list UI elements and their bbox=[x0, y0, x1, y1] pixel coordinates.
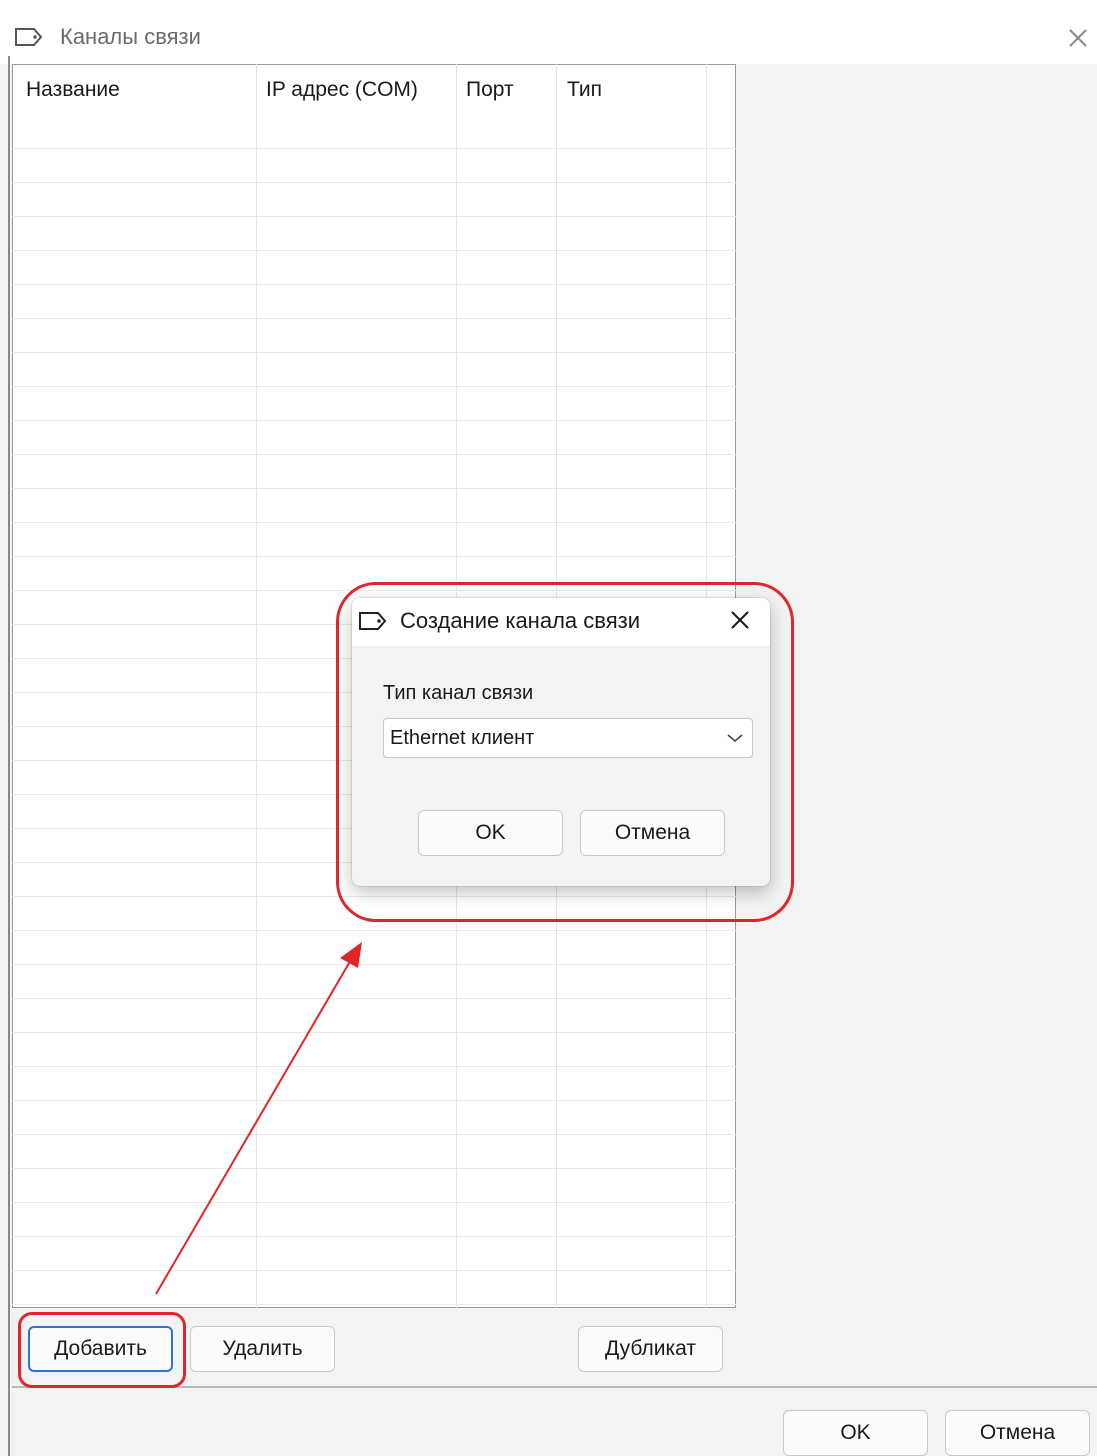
window-left-edge bbox=[8, 56, 10, 1456]
table-row-divider bbox=[12, 1236, 736, 1237]
table-row-divider bbox=[12, 1032, 736, 1033]
table-row-divider bbox=[12, 1304, 736, 1305]
dialog-highlight bbox=[336, 582, 794, 922]
column-header-name[interactable]: Название bbox=[26, 78, 120, 102]
table-row-divider bbox=[12, 318, 736, 319]
column-header-port[interactable]: Порт bbox=[466, 78, 514, 102]
table-row-divider bbox=[12, 964, 736, 965]
table-row-divider bbox=[12, 1066, 736, 1067]
table-row-divider bbox=[12, 284, 736, 285]
table-row-divider bbox=[12, 182, 736, 183]
tag-icon bbox=[15, 28, 43, 46]
column-header-type[interactable]: Тип bbox=[567, 78, 602, 102]
table-row-divider bbox=[12, 1202, 736, 1203]
window-title: Каналы связи bbox=[60, 24, 201, 49]
table-row-divider bbox=[12, 216, 736, 217]
cancel-button[interactable]: Отмена bbox=[945, 1410, 1090, 1456]
table-row-divider bbox=[12, 454, 736, 455]
table-row-divider bbox=[12, 420, 736, 421]
table-row-divider bbox=[12, 148, 736, 149]
table-row-divider bbox=[12, 488, 736, 489]
table-row-divider bbox=[12, 1168, 736, 1169]
table-row-divider bbox=[12, 386, 736, 387]
table-row-divider bbox=[12, 1134, 736, 1135]
table-row-divider bbox=[12, 522, 736, 523]
ok-button[interactable]: OK bbox=[783, 1410, 928, 1456]
table-row-divider bbox=[12, 352, 736, 353]
table-row-divider bbox=[12, 1270, 736, 1271]
table-row-divider bbox=[12, 556, 736, 557]
add-button-highlight bbox=[18, 1312, 186, 1388]
table-row-divider bbox=[12, 1100, 736, 1101]
close-icon[interactable] bbox=[1062, 22, 1094, 54]
delete-button[interactable]: Удалить bbox=[190, 1326, 335, 1372]
duplicate-button[interactable]: Дубликат bbox=[578, 1326, 723, 1372]
column-header-ip[interactable]: IP адрес (COM) bbox=[266, 78, 418, 102]
table-row-divider bbox=[12, 998, 736, 999]
table-row-divider bbox=[12, 930, 736, 931]
table-row-divider bbox=[12, 250, 736, 251]
